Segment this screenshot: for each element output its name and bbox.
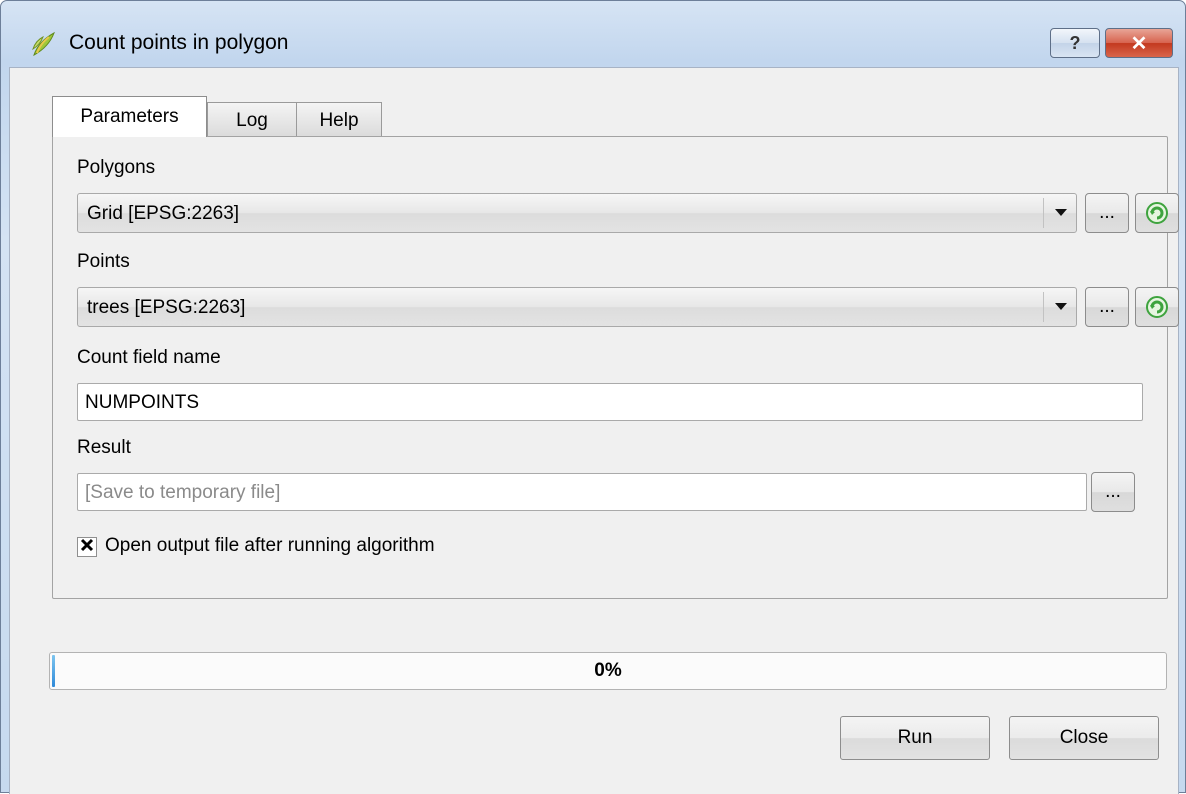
polygons-browse-button[interactable]: ... (1085, 193, 1129, 233)
chevron-down-icon (1055, 303, 1067, 310)
run-button[interactable]: Run (840, 716, 990, 760)
result-browse-button[interactable]: ... (1091, 472, 1135, 512)
refresh-icon (1145, 295, 1169, 319)
help-button[interactable]: ? (1050, 28, 1100, 58)
points-value: trees [EPSG:2263] (87, 297, 246, 318)
ellipsis-icon: ... (1099, 202, 1115, 223)
tab-label: Parameters (80, 106, 179, 127)
close-icon: ✕ (1130, 32, 1148, 55)
progress-bar: 0% (49, 652, 1167, 690)
dialog-window: Count points in polygon ? ✕ Parameters L… (0, 0, 1186, 794)
run-label: Run (897, 727, 933, 748)
points-browse-button[interactable]: ... (1085, 287, 1129, 327)
count-field-label: Count field name (77, 347, 221, 368)
tab-log[interactable]: Log (207, 102, 297, 138)
ellipsis-icon: ... (1099, 296, 1115, 317)
result-label: Result (77, 437, 131, 458)
window-title: Count points in polygon (69, 31, 289, 54)
polygons-combo[interactable]: Grid [EPSG:2263] (77, 193, 1077, 233)
tab-label: Help (319, 109, 359, 131)
tab-label: Log (236, 109, 268, 131)
polygons-label: Polygons (77, 157, 156, 178)
dialog-content: Parameters Log Help Polygons Grid [EPSG:… (9, 67, 1179, 794)
parameters-panel: Polygons Grid [EPSG:2263] ... Points tre… (52, 136, 1179, 599)
close-label: Close (1059, 727, 1109, 748)
qgis-icon (31, 31, 57, 57)
close-button[interactable]: Close (1009, 716, 1159, 760)
tab-help[interactable]: Help (296, 102, 382, 138)
result-input[interactable]: [Save to temporary file] (77, 473, 1087, 511)
check-icon (80, 536, 94, 558)
title-bar[interactable]: Count points in polygon ? ✕ (1, 1, 1185, 58)
polygons-value: Grid [EPSG:2263] (87, 203, 240, 224)
combo-divider (1043, 198, 1044, 228)
open-output-checkbox[interactable] (77, 537, 97, 557)
count-field-input[interactable]: NUMPOINTS (77, 383, 1143, 421)
points-label: Points (77, 251, 130, 272)
open-output-label: Open output file after running algorithm (105, 535, 435, 556)
ellipsis-icon: ... (1105, 481, 1121, 502)
question-icon: ? (1069, 32, 1081, 53)
progress-text: 0% (594, 660, 622, 681)
window-close-button[interactable]: ✕ (1105, 28, 1173, 58)
chevron-down-icon (1055, 209, 1067, 216)
polygons-refresh-button[interactable] (1135, 193, 1179, 233)
combo-divider (1043, 292, 1044, 322)
refresh-icon (1145, 201, 1169, 225)
tab-parameters[interactable]: Parameters (52, 96, 207, 137)
points-combo[interactable]: trees [EPSG:2263] (77, 287, 1077, 327)
points-refresh-button[interactable] (1135, 287, 1179, 327)
